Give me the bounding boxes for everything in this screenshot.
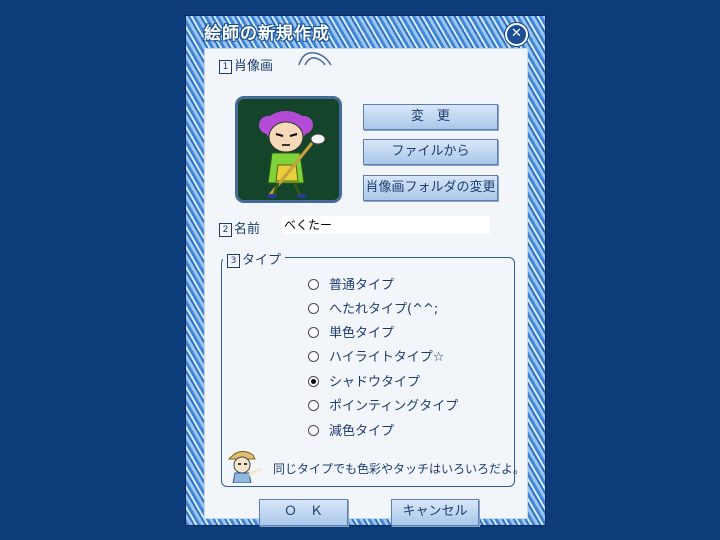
- type-section-label: 3 タイプ: [223, 249, 286, 268]
- type-hint-text: 同じタイプでも色彩やタッチはいろいろだよ。: [273, 462, 526, 476]
- section-number: 1: [219, 60, 232, 74]
- portrait-image: [235, 96, 342, 203]
- type-option-pointing[interactable]: ポインティングタイプ: [308, 397, 458, 417]
- type-option-label: ポインティングタイプ: [329, 399, 459, 414]
- type-option-label: 単色タイプ: [329, 326, 395, 341]
- section-number: 3: [227, 254, 240, 268]
- paperclip-icon: [298, 52, 332, 66]
- type-option-shadow[interactable]: シャドウタイプ: [308, 373, 420, 393]
- name-input[interactable]: べくたー: [282, 216, 490, 234]
- type-option-label: シャドウタイプ: [329, 375, 421, 390]
- dialog-panel: 1 肖像画 変 更 ファイルから 肖像画フォルダの変更 2 名前 べくたー 3 …: [204, 48, 528, 526]
- cancel-button[interactable]: キャンセル: [391, 499, 479, 526]
- from-file-button[interactable]: ファイルから: [363, 139, 498, 165]
- change-portrait-button[interactable]: 変 更: [363, 104, 498, 130]
- type-option-highlight[interactable]: ハイライトタイプ☆: [308, 348, 444, 368]
- radio-icon[interactable]: [308, 351, 319, 362]
- new-artist-dialog: 絵師の新規作成 ✕ 1 肖像画 変 更 ファイルから 肖像画フォルダの変更 2 …: [186, 16, 545, 526]
- radio-icon[interactable]: [308, 327, 319, 338]
- type-option-label: ハイライトタイプ☆: [329, 350, 445, 365]
- type-option-reduced-color[interactable]: 減色タイプ: [308, 422, 394, 442]
- character-illustration: [259, 111, 326, 198]
- portrait-label: 肖像画: [234, 59, 274, 74]
- radio-selected-icon[interactable]: [308, 376, 319, 387]
- section-number: 2: [219, 223, 232, 237]
- name-section-label: 2 名前: [219, 218, 260, 237]
- portrait-section-label: 1 肖像画: [219, 55, 273, 74]
- type-option-hetare[interactable]: へたれタイプ(^^;: [308, 300, 438, 320]
- guide-character-icon: [227, 451, 262, 483]
- type-option-label: へたれタイプ(^^;: [329, 302, 439, 317]
- type-option-monochrome[interactable]: 単色タイプ: [308, 324, 394, 344]
- type-label: タイプ: [242, 253, 282, 268]
- radio-icon[interactable]: [308, 425, 319, 436]
- change-portrait-folder-button[interactable]: 肖像画フォルダの変更: [363, 175, 498, 201]
- radio-icon[interactable]: [308, 279, 319, 290]
- type-option-label: 普通タイプ: [329, 278, 395, 293]
- name-label: 名前: [234, 222, 261, 237]
- ok-button[interactable]: Ｏ Ｋ: [259, 499, 348, 526]
- radio-icon[interactable]: [308, 400, 319, 411]
- close-icon[interactable]: ✕: [505, 23, 528, 46]
- dialog-title: 絵師の新規作成: [204, 24, 330, 44]
- type-option-normal[interactable]: 普通タイプ: [308, 276, 394, 296]
- radio-icon[interactable]: [308, 303, 319, 314]
- type-option-label: 減色タイプ: [329, 424, 395, 439]
